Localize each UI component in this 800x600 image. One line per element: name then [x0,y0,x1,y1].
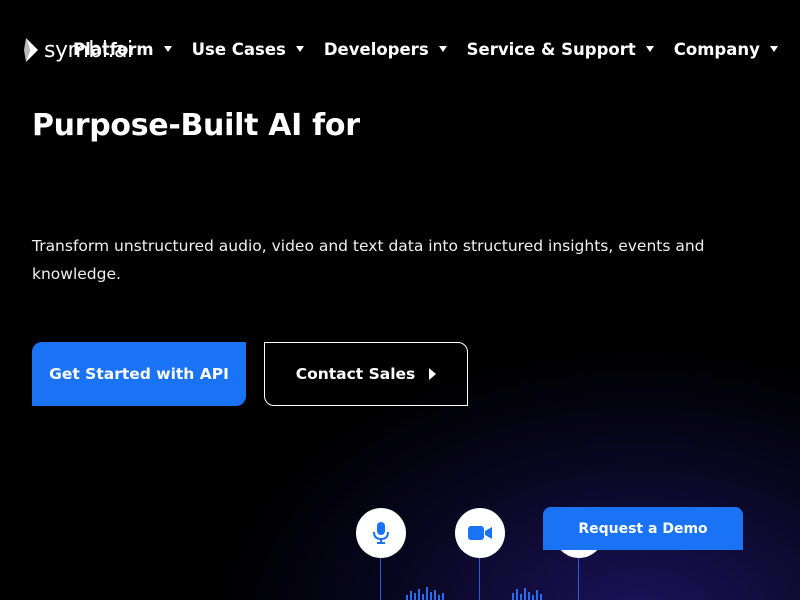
nav-item-company[interactable]: Company [674,40,778,59]
connector-line [380,555,381,600]
nav-item-label: Developers [323,39,429,59]
audio-waveform-icon [406,587,444,600]
nav-item-label: Service & Support [466,39,636,59]
caret-down-icon [295,46,304,52]
nav-item-developers[interactable]: Developers [324,40,447,59]
logo-mark-icon [24,38,38,62]
connector-line [578,555,579,600]
audio-waveform-icon [512,588,542,600]
connector-line [479,555,480,600]
get-started-api-button[interactable]: Get Started with API [32,342,246,406]
caret-down-icon [163,46,172,52]
microphone-badge [356,508,406,558]
get-started-api-label: Get Started with API [49,365,229,383]
caret-down-icon [438,46,447,52]
main-nav: Platform Use Cases Developers Service & … [73,36,798,62]
contact-sales-label: Contact Sales [295,365,416,383]
nav-item-service-support[interactable]: Service & Support [467,40,654,59]
video-badge [455,508,505,558]
nav-item-label: Company [673,39,760,59]
hero-subtitle: Transform unstructured audio, video and … [32,237,705,283]
microphone-icon [373,522,389,544]
nav-item-label: Use Cases [191,39,286,59]
video-camera-icon [468,526,492,540]
caret-down-icon [645,46,654,52]
caret-down-icon [769,46,778,52]
request-demo-label: Request a Demo [578,520,708,537]
request-demo-button[interactable]: Request a Demo [543,507,743,550]
nav-item-platform[interactable]: Platform [73,40,172,59]
nav-item-label: Platform [73,39,154,59]
nav-item-use-cases[interactable]: Use Cases [192,40,304,59]
page: symbl.ai Platform Use Cases Developers S… [0,0,800,600]
arrow-right-icon [429,368,437,380]
hero-title: Purpose-Built AI for [32,108,360,143]
contact-sales-button[interactable]: Contact Sales [264,342,468,406]
